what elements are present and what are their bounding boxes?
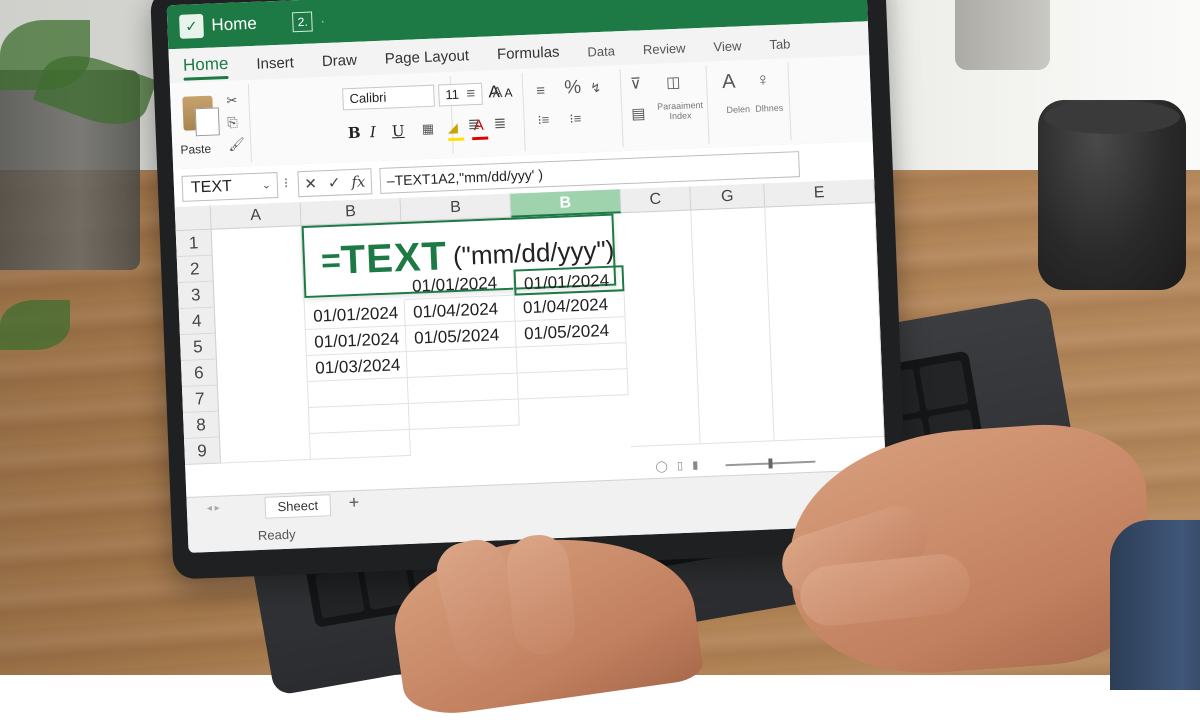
row-header[interactable]: 4 [178,307,216,336]
clipboard-group: Paste ✂ ⎘ 🖌 [169,84,252,166]
row-header[interactable]: 5 [179,333,217,362]
row-header[interactable]: 8 [183,411,221,439]
date-cell[interactable]: 01/01/2024 [305,326,407,357]
name-box[interactable]: TEXT ⌄ [181,172,279,202]
column-e-cells[interactable] [765,203,885,442]
row-header[interactable]: 1 [175,229,213,258]
select-all-corner[interactable] [174,205,212,232]
tab-draw[interactable]: Draw [308,51,372,78]
tab-review[interactable]: Review [629,40,700,65]
format-painter-icon[interactable]: 🖌 [228,136,245,153]
percent-style-button[interactable]: % [564,77,582,100]
sheet-nav-arrows-icon[interactable]: ◂ ▸ [207,503,220,515]
wrap-text-icon[interactable]: A [492,84,503,101]
tab-home[interactable]: Home [169,53,243,83]
formula-actions: ✕ ✓ fx [297,168,373,198]
separator-icon: ⁝ [283,174,289,191]
bold-button[interactable]: B [348,124,361,142]
copy-icon[interactable]: ⎘ [227,115,238,131]
excel-window: ✓ Home 2. · Home Insert Draw Page Layout… [166,0,889,553]
sheet-tab[interactable]: Sheect [264,494,332,519]
enter-check-icon[interactable]: ✓ [328,174,341,192]
align-left-icon[interactable]: ≣ [467,115,480,133]
tab-extra[interactable]: Tab [755,36,805,60]
paste-label[interactable]: Paste [180,142,211,157]
empty-cell[interactable] [517,369,629,400]
empty-cell[interactable] [307,377,409,408]
column-c-cells[interactable] [621,210,701,448]
comma-style-icon[interactable]: ↯ [590,80,602,96]
align-top-icon[interactable]: ≡ [466,85,475,102]
tab-data[interactable]: Data [573,43,629,67]
empty-cell[interactable] [408,399,520,430]
column-header[interactable]: G [690,183,766,211]
excel-app-icon: ✓ [179,13,204,39]
font-name-select[interactable]: Calibri [342,84,435,111]
plant-leaf [0,300,70,350]
font-style-icon[interactable]: A [722,71,736,95]
window-title: Home [211,13,258,35]
borders-icon[interactable]: ▦ [421,121,434,137]
decrease-decimal-icon[interactable]: ⁝≡ [569,111,581,127]
align-right-icon[interactable]: ≣ [493,114,506,132]
date-cell[interactable]: 01/01/2024 [304,300,406,331]
underline-button[interactable]: U [392,122,405,140]
editing-label[interactable]: Dlhnes [747,102,791,114]
row-header[interactable]: 3 [177,281,215,310]
cells-group: A Delen ♀ Dlhnes [707,62,792,144]
alignment-group: ≡ A ≣ ≣ [451,73,526,154]
font-group: Calibri 11 A A B I U ▦ ◢ A [249,76,513,163]
sort-filter-icon[interactable]: ⊽ [630,74,642,92]
column-g-cells[interactable] [691,207,775,445]
tab-view[interactable]: View [699,38,756,62]
name-box-value: TEXT [190,177,233,197]
empty-cell[interactable] [309,429,411,460]
styles-group: ⊽ ◫ ▤ Paraaiment Index [621,65,710,148]
insert-function-icon[interactable]: fx [351,173,366,192]
row-header[interactable]: 6 [180,359,218,388]
chevron-down-icon[interactable]: ⌄ [261,173,271,197]
vase [955,0,1050,70]
cell-styles-label[interactable]: Paraaiment Index [653,100,708,122]
tab-insert[interactable]: Insert [242,54,308,81]
italic-button[interactable]: I [370,123,377,141]
date-cell[interactable]: 01/03/2024 [306,351,408,382]
lightbulb-icon[interactable]: ♀ [756,69,770,91]
column-header[interactable]: A [210,202,302,230]
shirt-sleeve [1110,520,1200,690]
keyboard-key[interactable] [314,567,365,619]
number-group: ≡ % ↯ ⁝≡ ⁝≡ [523,69,624,152]
keyboard-key[interactable] [919,359,969,411]
tab-formulas[interactable]: Formulas [483,43,574,71]
formula-equals: = [320,241,342,280]
more-icon[interactable]: · [320,14,325,28]
cut-icon[interactable]: ✂ [226,93,238,109]
status-text: Ready [257,526,296,544]
accounting-format-icon[interactable]: ≡ [536,82,545,99]
conditional-format-icon[interactable]: ◫ [666,73,681,92]
row-header[interactable]: 9 [184,437,222,465]
zoom-slider-handle[interactable] [768,458,773,469]
add-sheet-button[interactable]: + [348,492,359,513]
cancel-icon[interactable]: ✕ [304,174,317,192]
spreadsheet-grid: A B B B C G E 1 2 3 4 5 6 7 8 9 = TEXT (… [174,179,886,497]
column-a-cells[interactable] [211,226,311,464]
format-table-icon[interactable]: ▤ [631,104,646,123]
increase-decimal-icon[interactable]: ⁝≡ [537,112,549,128]
row-header[interactable]: 2 [176,255,214,284]
row-header[interactable]: 7 [181,385,219,414]
empty-cell[interactable] [308,403,410,434]
quick-access-button[interactable]: 2. [292,11,314,33]
view-mode-icons[interactable]: ◯ ▯ ▮ [655,458,698,473]
column-header[interactable]: C [620,186,692,214]
laptop-lid: ✓ Home 2. · Home Insert Draw Page Layout… [150,0,909,580]
